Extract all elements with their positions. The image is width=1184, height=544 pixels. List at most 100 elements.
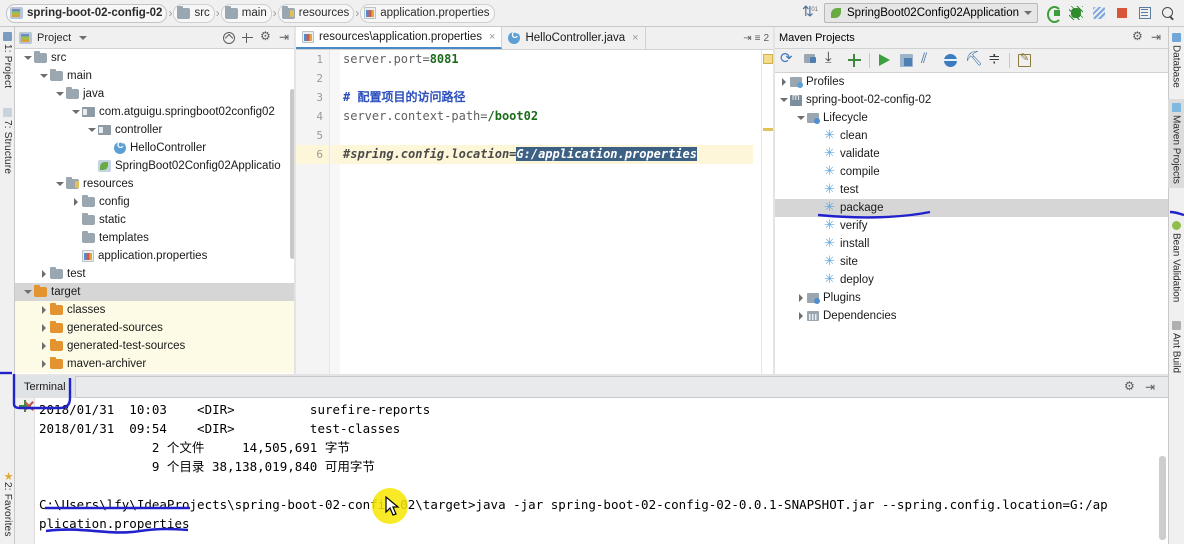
tab-list-icon[interactable]: ≡ [755, 33, 761, 44]
code-line[interactable] [331, 69, 753, 88]
project-tree-row[interactable]: maven-archiver [15, 355, 296, 373]
project-tree-row[interactable]: templates [15, 229, 296, 247]
maven-tree-row[interactable]: clean [775, 127, 1168, 145]
code-line[interactable]: server.context-path=/boot02 [331, 107, 753, 126]
chevron-right-icon[interactable] [39, 301, 50, 319]
inspection-status-icon[interactable] [763, 54, 773, 64]
maven-tree-row[interactable]: test [775, 181, 1168, 199]
terminal-scrollbar[interactable] [1159, 456, 1166, 540]
maven-tree-row[interactable]: site [775, 253, 1168, 271]
chevron-right-icon[interactable] [71, 193, 82, 211]
collapse-all-icon[interactable] [987, 49, 1002, 68]
run-configuration-selector[interactable]: SpringBoot02Config02Application [824, 3, 1038, 23]
project-tree-row[interactable]: SpringBoot02Config02Applicatio [15, 157, 296, 175]
maven-tree-row[interactable]: validate [775, 145, 1168, 163]
code-line[interactable]: #spring.config.location=G:/application.p… [331, 145, 753, 164]
terminal-output[interactable]: 2018/01/31 10:03 <DIR> surefire-reports 2… [39, 398, 1156, 544]
generate-sources-icon[interactable] [803, 53, 818, 68]
chevron-right-icon[interactable] [779, 73, 790, 91]
chevron-down-icon[interactable] [76, 31, 89, 44]
chevron-down-icon[interactable] [55, 175, 66, 193]
close-icon[interactable]: × [489, 31, 495, 43]
breadcrumb-item-main[interactable]: main [220, 3, 272, 23]
terminal-body[interactable]: 2018/01/31 10:03 <DIR> surefire-reports 2… [15, 398, 1168, 544]
project-tree-row[interactable]: com.atguigu.springboot02config02 [15, 103, 296, 121]
run-icon[interactable] [1045, 5, 1062, 23]
editor-text[interactable]: server.port=8081 # 配置项目的访问路径 server.contex… [331, 50, 753, 164]
maven-tree-row[interactable]: install [775, 235, 1168, 253]
toggle-offline-icon[interactable] [943, 53, 958, 68]
chevron-down-icon[interactable] [71, 103, 82, 121]
hide-icon[interactable] [1151, 30, 1164, 44]
project-tree-row[interactable]: target [15, 283, 296, 301]
run-with-coverage-icon[interactable] [1091, 5, 1107, 21]
sidebar-item-favorites[interactable]: ★ 2: Favorites [0, 467, 15, 540]
sidebar-item-ant-build[interactable]: Ant Build [1168, 317, 1184, 377]
maven-tree-row[interactable]: verify [775, 217, 1168, 235]
project-tree-row[interactable]: test [15, 265, 296, 283]
chevron-down-icon[interactable] [87, 121, 98, 139]
chevron-down-icon[interactable] [55, 85, 66, 103]
maven-tree-row[interactable]: Profiles [775, 73, 1168, 91]
project-tree-row[interactable]: classes [15, 301, 296, 319]
chevron-down-icon[interactable] [796, 109, 807, 127]
search-icon[interactable] [1160, 5, 1176, 21]
project-tree-row[interactable]: controller [15, 121, 296, 139]
hide-icon[interactable] [279, 30, 292, 44]
code-line[interactable] [331, 126, 753, 145]
close-icon[interactable]: × [632, 32, 638, 44]
gear-icon[interactable] [260, 29, 273, 44]
code-editor[interactable]: 123456 server.port=8081 # 配置项目的访问路径 server… [296, 50, 775, 376]
breadcrumb-item-src[interactable]: src [173, 3, 215, 23]
project-tree-row[interactable]: generated-sources [15, 319, 296, 337]
terminal-tab[interactable]: Terminal [15, 376, 76, 398]
gear-icon[interactable] [1132, 29, 1145, 44]
maven-tree-row[interactable]: spring-boot-02-config-02 [775, 91, 1168, 109]
add-maven-project-icon[interactable] [847, 53, 862, 68]
tab-hellocontroller-java[interactable]: HelloController.java × [502, 27, 646, 49]
chevron-right-icon[interactable] [796, 307, 807, 325]
project-tree-row[interactable]: resources [15, 175, 296, 193]
editor-gutter[interactable]: 1 2 3 4 5 6 [296, 50, 330, 376]
tab-application-properties[interactable]: resources\application.properties × [296, 27, 503, 49]
hide-icon[interactable] [1145, 380, 1158, 394]
stop-icon[interactable] [1114, 5, 1130, 21]
maven-tree-row[interactable]: Dependencies [775, 307, 1168, 325]
expand-all-icon[interactable] [241, 31, 254, 44]
maven-tree-row[interactable]: Plugins [775, 289, 1168, 307]
project-tree-row[interactable]: HelloController [15, 139, 296, 157]
maven-tree-row[interactable]: Lifecycle [775, 109, 1168, 127]
chevron-down-icon[interactable] [23, 49, 34, 67]
sidebar-item-database[interactable]: Database [1168, 29, 1184, 92]
maven-tree-row[interactable]: deploy [775, 271, 1168, 289]
sidebar-item-bean-validation[interactable]: Bean Validation [1168, 217, 1184, 306]
breadcrumb-item-resources[interactable]: resources [277, 3, 355, 23]
download-sources-icon[interactable] [825, 49, 840, 68]
debug-icon[interactable] [1068, 5, 1084, 21]
code-line[interactable]: server.port=8081 [331, 50, 753, 69]
sort-alphabetically-icon[interactable] [801, 3, 818, 21]
chevron-down-icon[interactable] [39, 67, 50, 85]
project-tree-row[interactable]: main [15, 67, 296, 85]
chevron-down-icon[interactable] [23, 283, 34, 301]
project-tree-row[interactable]: config [15, 193, 296, 211]
project-tree-row[interactable]: generated-test-sources [15, 337, 296, 355]
project-tree-row[interactable]: static [15, 211, 296, 229]
project-tree-row[interactable]: java [15, 85, 296, 103]
chevron-right-icon[interactable] [39, 337, 50, 355]
chevron-right-icon[interactable] [796, 289, 807, 307]
maven-tree[interactable]: Profiles spring-boot-02-config-02 Lifecycl… [775, 73, 1168, 374]
chevron-right-icon[interactable] [39, 355, 50, 373]
chevron-right-icon[interactable] [39, 319, 50, 337]
execute-goal-icon[interactable] [899, 53, 914, 68]
sidebar-item-project[interactable]: 1: Project [0, 29, 15, 91]
toggle-skip-tests-icon[interactable] [921, 50, 936, 68]
chevron-right-icon[interactable] [39, 265, 50, 283]
maven-tree-row[interactable]: package [775, 199, 1168, 217]
chevron-down-icon[interactable] [779, 91, 790, 109]
code-line[interactable]: # 配置项目的访问路径 [331, 88, 753, 107]
run-maven-build-icon[interactable] [877, 53, 892, 68]
maven-settings-icon[interactable] [1017, 51, 1032, 68]
breadcrumb-item-file[interactable]: application.properties [360, 3, 495, 23]
breadcrumb-item-project[interactable]: spring-boot-02-config-02 [6, 3, 168, 23]
